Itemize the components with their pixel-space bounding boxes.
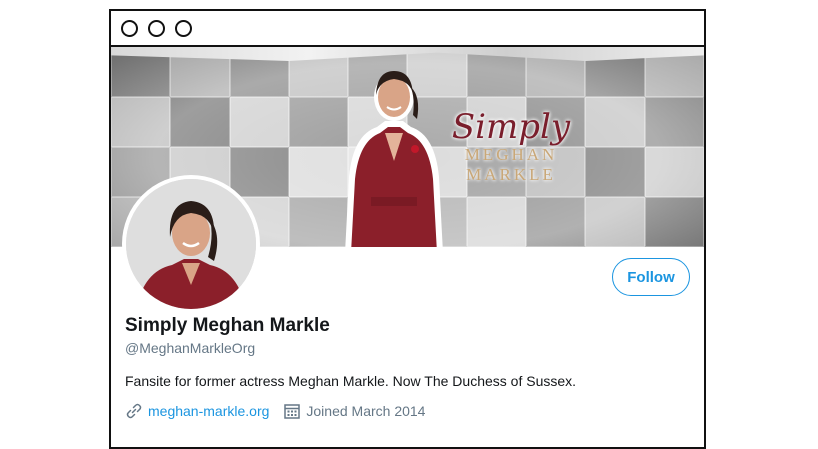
browser-window: Simply MEGHAN MARKLE Follow Simply Megha…: [109, 9, 706, 449]
banner-caps-line-1: MEGHAN: [464, 145, 558, 164]
profile-meta: meghan-markle.org Joined March 2014: [125, 402, 425, 420]
banner-portrait-image: [345, 71, 443, 247]
profile-website-link[interactable]: meghan-markle.org: [148, 403, 269, 419]
banner-logo: Simply MEGHAN MARKLE: [451, 109, 571, 185]
follow-button[interactable]: Follow: [612, 258, 690, 296]
calendar-icon: [283, 402, 301, 420]
link-icon: [125, 402, 143, 420]
profile-handle: @MeghanMarkleOrg: [125, 340, 256, 356]
avatar-image: [126, 179, 256, 309]
profile-bio: Fansite for former actress Meghan Markle…: [125, 373, 577, 389]
profile-display-name: Simply Meghan Markle: [125, 315, 330, 336]
window-control-dot[interactable]: [175, 20, 192, 37]
window-control-dot[interactable]: [148, 20, 165, 37]
profile-joined-date: Joined March 2014: [306, 403, 426, 419]
window-titlebar: [111, 11, 704, 47]
window-control-dot[interactable]: [121, 20, 138, 37]
banner-script-text: Simply: [451, 107, 571, 147]
avatar[interactable]: [122, 175, 260, 313]
banner-caps-line-2: MARKLE: [466, 165, 556, 184]
